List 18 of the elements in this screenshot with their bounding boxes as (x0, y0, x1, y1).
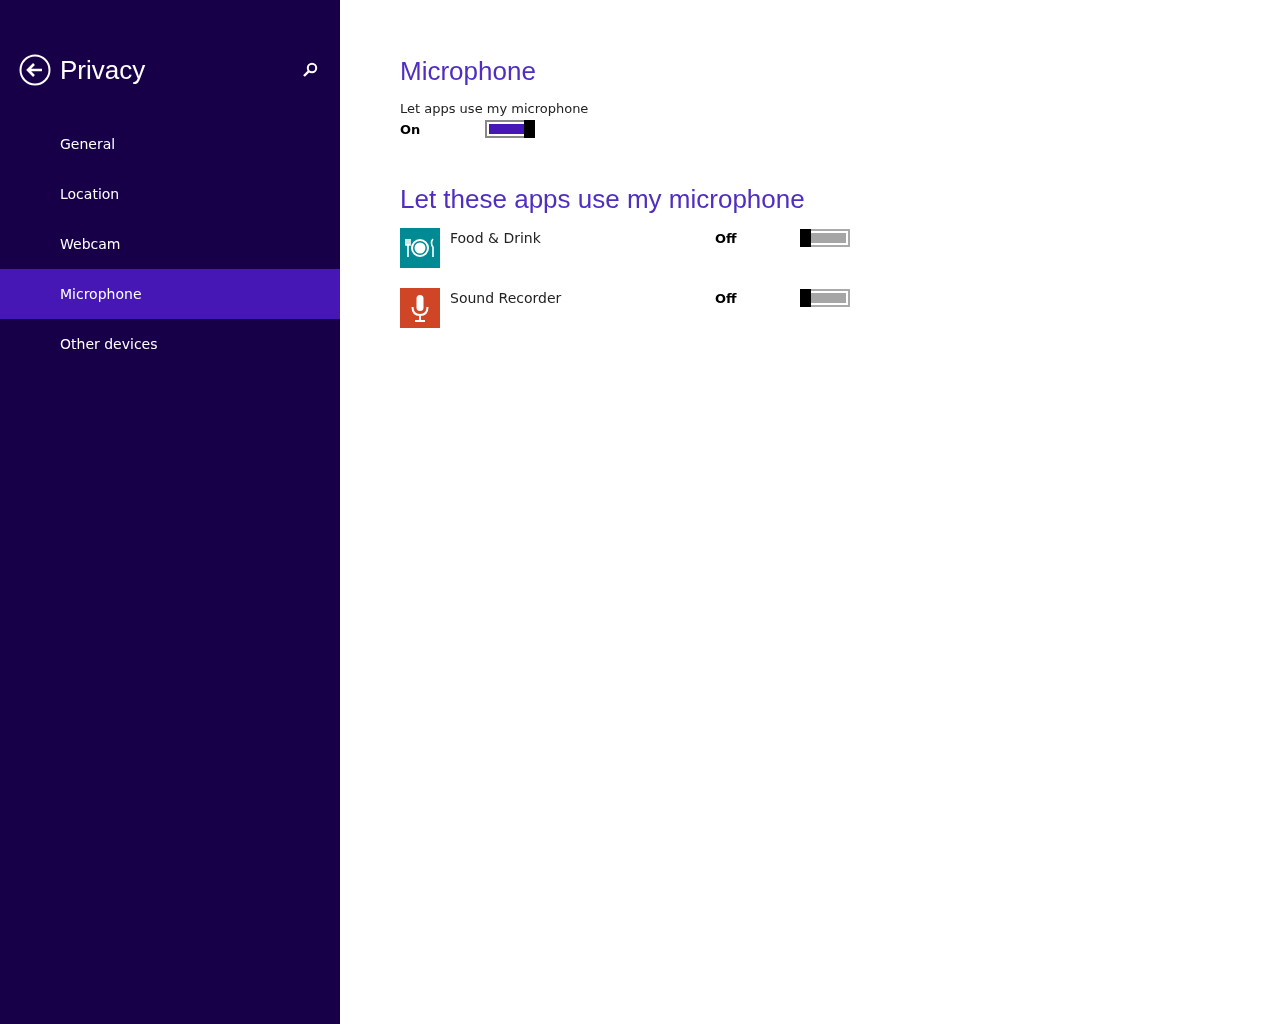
sidebar-item[interactable]: Other devices (0, 319, 340, 369)
toggle-state: On (400, 121, 422, 137)
sidebar-item[interactable]: Location (0, 169, 340, 219)
setting-label: Let apps use my microphone (400, 101, 590, 116)
app-name: Sound Recorder (450, 290, 563, 306)
toggle-switch[interactable] (485, 120, 535, 138)
app-name: Food & Drink (450, 230, 542, 246)
section-title: Microphone (400, 56, 537, 86)
toggle-state: Off (715, 291, 738, 306)
sidebar-item[interactable]: Microphone (0, 269, 340, 319)
toggle-switch[interactable] (800, 229, 850, 247)
section-title: Let these apps use my microphone (400, 184, 806, 214)
search-icon[interactable] (302, 62, 318, 78)
sidebar-item[interactable]: General (0, 119, 340, 169)
toggle-state: Off (715, 231, 738, 246)
toggle-switch[interactable] (800, 289, 850, 307)
sidebar-title: Privacy (60, 54, 147, 86)
sidebar-item[interactable]: Webcam (0, 219, 340, 269)
